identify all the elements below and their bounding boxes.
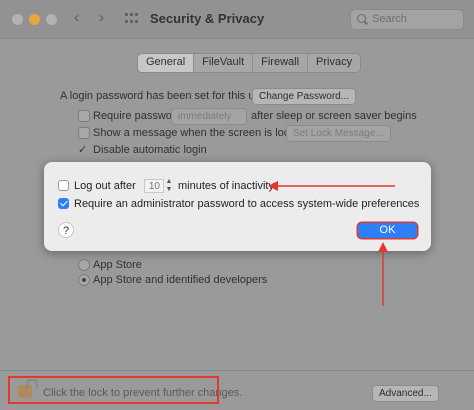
show-all-grid-icon[interactable] — [125, 13, 139, 25]
app-store-devs-radio[interactable] — [78, 274, 90, 286]
login-password-text: A login password has been set for this u… — [60, 90, 270, 102]
logout-minutes-stepper[interactable]: ▲ ▼ — [165, 178, 173, 194]
require-password-suffix: after sleep or screen saver begins — [251, 110, 417, 122]
require-password-select[interactable]: immediately — [171, 108, 247, 125]
title-bar: ‹ › Security & Privacy Search — [0, 0, 474, 39]
ok-button[interactable]: OK — [358, 223, 417, 238]
tab-bar: General FileVault Firewall Privacy — [137, 53, 362, 73]
search-icon — [357, 14, 366, 23]
logout-minutes-field[interactable]: 10 — [144, 179, 164, 193]
minimize-window-button[interactable] — [29, 14, 40, 25]
require-password-checkbox[interactable] — [78, 110, 90, 122]
show-message-label: Show a message when the screen is locked — [93, 127, 308, 139]
disable-auto-login-label: Disable automatic login — [93, 144, 207, 156]
tab-privacy[interactable]: Privacy — [308, 54, 360, 72]
set-lock-message-button[interactable]: Set Lock Message... — [286, 125, 391, 142]
tab-general[interactable]: General — [138, 54, 195, 72]
logout-prefix: Log out after — [74, 180, 136, 192]
search-placeholder: Search — [372, 13, 407, 25]
footer-divider — [0, 370, 474, 371]
require-password-label: Require password — [93, 110, 182, 122]
tab-firewall[interactable]: Firewall — [253, 54, 309, 72]
help-button[interactable]: ? — [58, 222, 74, 238]
change-password-button[interactable]: Change Password... — [252, 88, 357, 105]
annotation-highlight-box — [8, 376, 219, 404]
tab-filevault[interactable]: FileVault — [194, 54, 254, 72]
app-store-radio[interactable] — [78, 259, 90, 271]
zoom-window-button[interactable] — [46, 14, 57, 25]
disable-auto-login-checkmark-icon[interactable]: ✓ — [78, 143, 87, 156]
advanced-button[interactable]: Advanced... — [372, 385, 439, 402]
close-window-button[interactable] — [12, 14, 23, 25]
show-message-checkbox[interactable] — [78, 127, 90, 139]
app-store-label: App Store — [93, 259, 142, 271]
logout-checkbox[interactable] — [58, 180, 69, 191]
back-icon[interactable]: ‹ — [74, 9, 79, 26]
logout-suffix: minutes of inactivity — [178, 180, 274, 192]
window-title: Security & Privacy — [150, 11, 265, 26]
search-field[interactable]: Search — [350, 9, 464, 30]
require-admin-checkbox[interactable] — [58, 198, 69, 209]
app-store-devs-label: App Store and identified developers — [93, 274, 268, 286]
forward-icon[interactable]: › — [99, 9, 104, 26]
require-admin-label: Require an administrator password to acc… — [74, 198, 420, 210]
advanced-dialog: Log out after 10 ▲ ▼ minutes of inactivit… — [44, 162, 431, 251]
